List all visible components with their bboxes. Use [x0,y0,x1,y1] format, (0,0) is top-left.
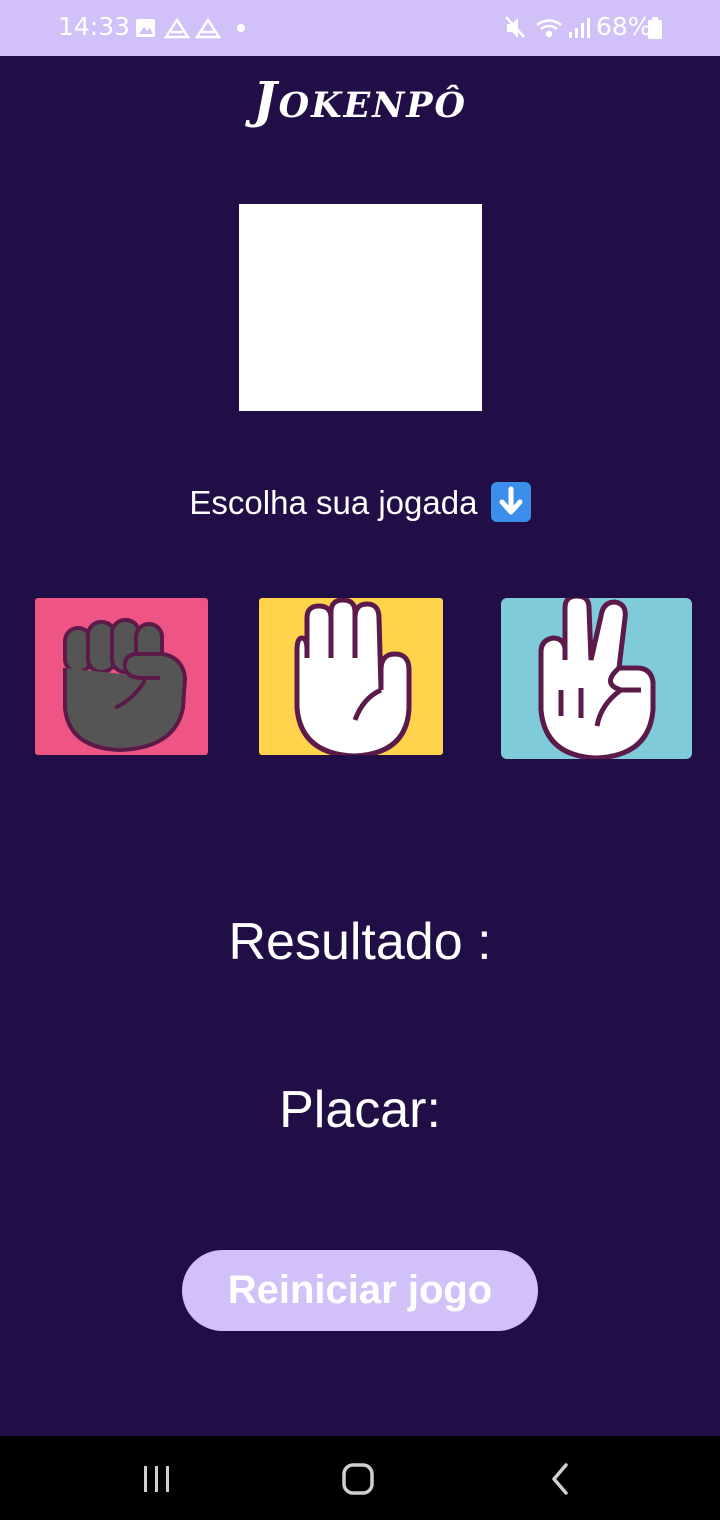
restart-game-button[interactable]: Reiniciar jogo [182,1250,538,1331]
score-label: Placar: [279,1081,441,1139]
system-icons [505,16,590,38]
image-icon [136,19,155,37]
scissors-button[interactable] [501,598,692,759]
paper-button[interactable] [259,598,443,755]
drive-icon [194,17,222,39]
drive-icon [163,17,191,39]
battery-icon [648,17,662,39]
down-arrow-emoji-icon [490,482,531,522]
dot-icon [237,24,245,32]
home-icon[interactable] [338,1462,378,1496]
status-time: 14:33 [58,12,131,41]
battery-percentage: 68% [596,12,652,41]
prompt-text: Escolha sua jogada [189,484,478,521]
back-icon[interactable] [540,1462,580,1496]
result-label: Resultado : [228,913,492,971]
rock-hand-icon [63,618,188,753]
choose-move-prompt: Escolha sua jogada [0,482,720,522]
signal-icon [569,18,590,38]
wifi-icon [536,19,562,38]
rock-button[interactable] [35,598,208,755]
status-bar: 14:33 68% [0,0,720,56]
paper-hand-icon [294,598,412,755]
app-choice-image [239,204,482,411]
recents-icon[interactable] [137,1462,177,1496]
game-screen: Jokenpô Escolha sua jogada Resultado: P… [0,56,720,1436]
app-title: Jokenpô [252,70,468,129]
notification-icons [136,17,245,39]
scissors-hand-icon [538,598,656,759]
system-nav-bar [0,1436,720,1520]
mute-icon [505,16,525,38]
